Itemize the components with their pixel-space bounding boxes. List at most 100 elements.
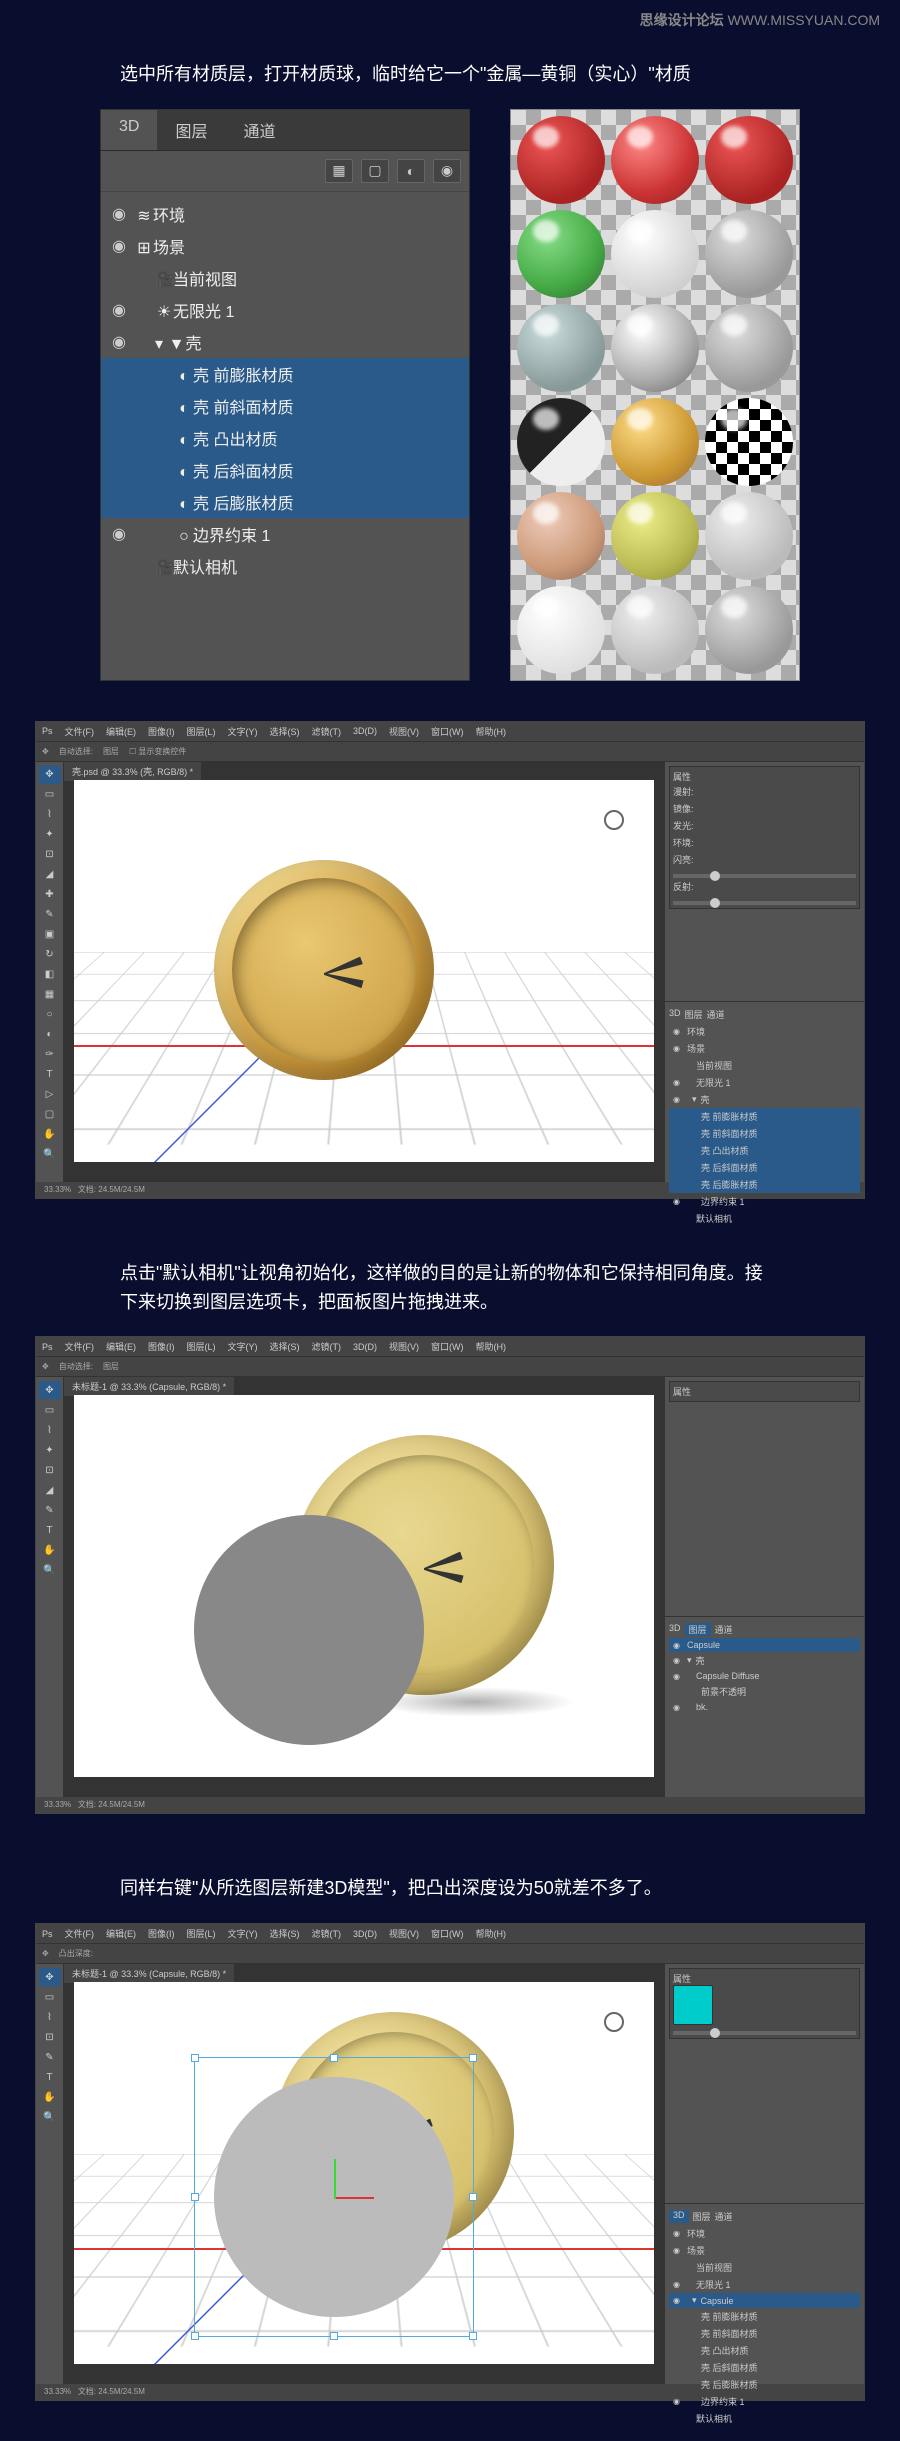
menu-layer[interactable]: 图层(L) (187, 1927, 216, 1940)
mini-tree-env[interactable]: ◉环境 (669, 2225, 860, 2242)
grey-face-layer[interactable] (194, 1515, 424, 1745)
tree-shell[interactable]: ◉▾ ▼壳 (101, 326, 469, 358)
gold-shell-object[interactable] (214, 860, 434, 1080)
menu-image[interactable]: 图像(I) (148, 1340, 175, 1353)
tree-current-view[interactable]: 🎥当前视图 (101, 262, 469, 294)
hand-tool[interactable]: ✋ (39, 1541, 61, 1559)
menu-layer[interactable]: 图层(L) (187, 1340, 216, 1353)
material-aluminum[interactable] (611, 586, 699, 674)
menu-view[interactable]: 视图(V) (389, 1340, 419, 1353)
lasso-tool[interactable]: ⌇ (39, 2008, 61, 2026)
handle-br[interactable] (469, 2332, 477, 2340)
history-brush-tool[interactable]: ↻ (39, 946, 61, 964)
material-matte-grey[interactable] (705, 586, 793, 674)
crop-tool[interactable]: ⊡ (39, 2028, 61, 2046)
tree-mat-front-inflation[interactable]: ◐壳 前膨胀材质 (101, 358, 469, 390)
mini-tree-light[interactable]: ◉ 无限光 1 (669, 2276, 860, 2293)
material-brass[interactable] (611, 492, 699, 580)
handle-tl[interactable] (191, 2054, 199, 2062)
menu-type[interactable]: 文字(Y) (228, 725, 258, 738)
mini-tree-camera[interactable]: 默认相机 (669, 2410, 860, 2427)
material-checker[interactable] (705, 398, 793, 486)
mini-tree-m4[interactable]: 壳 后斜面材质 (669, 1159, 860, 1176)
menu-window[interactable]: 窗口(W) (431, 725, 464, 738)
handle-rm[interactable] (469, 2193, 477, 2201)
menu-layer[interactable]: 图层(L) (187, 725, 216, 738)
menu-select[interactable]: 选择(S) (270, 725, 300, 738)
material-red-fabric[interactable] (517, 116, 605, 204)
mini-tab-layers[interactable]: 图层 (685, 1008, 703, 1021)
type-tool[interactable]: T (39, 1521, 61, 1539)
canvas[interactable] (74, 780, 654, 1162)
properties-tab[interactable]: 属性 (673, 1972, 856, 1985)
dodge-tool[interactable]: ◐ (39, 1026, 61, 1044)
brush-tool[interactable]: ✎ (39, 1501, 61, 1519)
filter-scene-icon[interactable]: ▦ (325, 159, 353, 183)
eyedropper-tool[interactable]: ◢ (39, 866, 61, 884)
material-green-glass[interactable] (517, 210, 605, 298)
mini-tree-m1[interactable]: 壳 前膨胀材质 (669, 2308, 860, 2325)
lasso-tool[interactable]: ⌇ (39, 1421, 61, 1439)
material-bw-split[interactable] (517, 398, 605, 486)
layer-exp[interactable]: 前景不透明 (669, 1683, 860, 1700)
tree-environment[interactable]: ◉≋环境 (101, 198, 469, 230)
layer-bk[interactable]: ◉ bk. (669, 1700, 860, 1714)
zoom-tool[interactable]: 🔍 (39, 2108, 61, 2126)
document-tab[interactable]: 壳.psd @ 33.3% (壳, RGB/8) * (64, 762, 201, 781)
mini-tree-view[interactable]: 当前视图 (669, 2259, 860, 2276)
mini-tree-capsule[interactable]: ◉ ▾ Capsule (669, 2293, 860, 2308)
menu-window[interactable]: 窗口(W) (431, 1927, 464, 1940)
zoom-level[interactable]: 33.33% (44, 1800, 71, 1809)
tab-layers[interactable]: 图层 (157, 110, 225, 150)
view-compass-icon[interactable] (604, 810, 624, 830)
menu-image[interactable]: 图像(I) (148, 1927, 175, 1940)
menu-select[interactable]: 选择(S) (270, 1340, 300, 1353)
menu-select[interactable]: 选择(S) (270, 1927, 300, 1940)
menu-edit[interactable]: 编辑(E) (106, 1927, 136, 1940)
mini-tree-constraint[interactable]: ◉ 边界约束 1 (669, 1193, 860, 1210)
menu-file[interactable]: 文件(F) (65, 725, 95, 738)
mini-tree-shell[interactable]: ◉ ▾ 壳 (669, 1091, 860, 1108)
filter-material-icon[interactable]: ◐ (397, 159, 425, 183)
menu-type[interactable]: 文字(Y) (228, 1340, 258, 1353)
material-white[interactable] (517, 586, 605, 674)
tree-boundary-constraint[interactable]: ◉○边界约束 1 (101, 518, 469, 550)
marquee-tool[interactable]: ▭ (39, 1988, 61, 2006)
layer-shell-group[interactable]: ◉▾ 壳 (669, 1652, 860, 1669)
crop-tool[interactable]: ⊡ (39, 846, 61, 864)
path-tool[interactable]: ▷ (39, 1086, 61, 1104)
mini-tab-3d[interactable]: 3D (669, 1008, 681, 1021)
mini-tree-m5[interactable]: 壳 后膨胀材质 (669, 1176, 860, 1193)
mini-tree-m3[interactable]: 壳 凸出材质 (669, 1142, 860, 1159)
material-grey-glass[interactable] (705, 210, 793, 298)
marquee-tool[interactable]: ▭ (39, 1401, 61, 1419)
move-tool[interactable]: ✥ (39, 766, 61, 784)
zoom-level[interactable]: 33.33% (44, 2387, 71, 2396)
mini-tree-m3[interactable]: 壳 凸出材质 (669, 2342, 860, 2359)
handle-bm[interactable] (330, 2332, 338, 2340)
canvas[interactable] (74, 1395, 654, 1777)
menu-edit[interactable]: 编辑(E) (106, 1340, 136, 1353)
opt-transform-checkbox[interactable]: ☐ 显示变换控件 (129, 746, 186, 757)
handle-tr[interactable] (469, 2054, 477, 2062)
menu-help[interactable]: 帮助(H) (476, 1927, 507, 1940)
heal-tool[interactable]: ✚ (39, 886, 61, 904)
layer-capsule[interactable]: ◉Capsule (669, 1638, 860, 1652)
menu-3d[interactable]: 3D(D) (353, 1342, 377, 1352)
tab-3d[interactable]: 3D (669, 1623, 681, 1636)
crop-tool[interactable]: ⊡ (39, 1461, 61, 1479)
tree-mat-back-inflation[interactable]: ◐壳 后膨胀材质 (101, 486, 469, 518)
stamp-tool[interactable]: ▣ (39, 926, 61, 944)
type-tool[interactable]: T (39, 1066, 61, 1084)
layer-diffuse[interactable]: ◉ Capsule Diffuse (669, 1669, 860, 1683)
tree-default-camera[interactable]: 🎥默认相机 (101, 550, 469, 582)
menu-edit[interactable]: 编辑(E) (106, 725, 136, 738)
menu-3d[interactable]: 3D(D) (353, 1929, 377, 1939)
zoom-level[interactable]: 33.33% (44, 1185, 71, 1194)
properties-tab[interactable]: 属性 (673, 1385, 856, 1398)
tab-3d[interactable]: 3D (101, 110, 157, 150)
visibility-icon[interactable]: ◉ (111, 236, 127, 256)
wand-tool[interactable]: ✦ (39, 826, 61, 844)
mini-tree-camera[interactable]: 默认相机 (669, 1210, 860, 1227)
brush-tool[interactable]: ✎ (39, 906, 61, 924)
